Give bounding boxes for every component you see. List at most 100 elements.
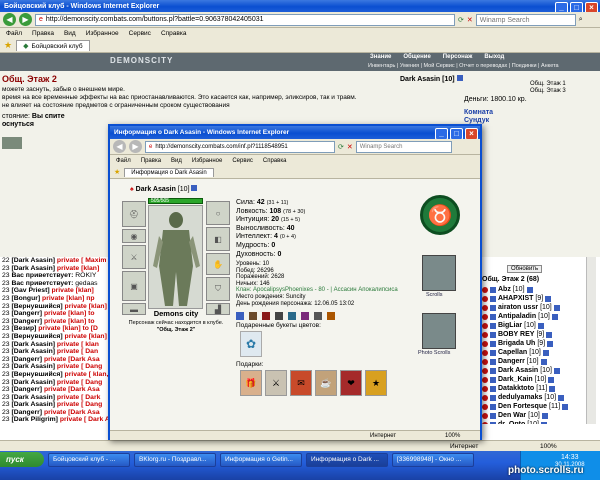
chat-author[interactable]: [Dark Asasin] — [11, 341, 55, 348]
popup-refresh-icon[interactable]: ⟳ — [338, 143, 344, 151]
photo-scrolls-banner-icon[interactable] — [422, 313, 456, 349]
popup-search-field[interactable]: Winamp Search — [355, 140, 452, 153]
menu-edit[interactable]: Правка — [32, 30, 54, 37]
player-info-icon[interactable] — [553, 367, 560, 374]
floor-link-3[interactable]: Общ. Этаж 3 — [530, 88, 566, 95]
chat-author[interactable]: [Dangerr] — [11, 310, 42, 317]
private-message-icon[interactable] — [482, 322, 488, 329]
chat-author[interactable]: [Вернувшийся] — [11, 333, 62, 340]
chat-author[interactable]: [Bongur] — [11, 295, 40, 302]
player-list-item[interactable]: dedulyamaks [10] — [482, 393, 568, 402]
player-name[interactable]: Dangerr — [498, 357, 525, 366]
gift-icon-3[interactable]: ✉ — [290, 370, 312, 396]
game-subnav[interactable]: Инвентарь | Умения | Мой Сервис | Отчет … — [368, 63, 559, 69]
player-info-icon[interactable] — [545, 295, 552, 302]
chat-author[interactable]: Вас приветствует: — [11, 280, 73, 287]
gift-icon-1[interactable]: 🎁 — [240, 370, 262, 396]
popup-menu-view[interactable]: Вид — [171, 158, 182, 164]
player-list-item[interactable]: Datakktoto [11] — [482, 384, 568, 393]
nav-knowledge[interactable]: Знание — [370, 54, 391, 60]
player-info-icon[interactable] — [546, 331, 553, 338]
stop-icon[interactable]: ✕ — [467, 16, 473, 24]
private-message-icon[interactable] — [482, 385, 488, 392]
chat-author[interactable]: [Dark Asasin] — [11, 379, 55, 386]
player-list-item[interactable]: Antipaladin [10] — [482, 312, 568, 321]
private-message-icon[interactable] — [482, 331, 488, 338]
chat-author[interactable]: [Dark Asasin] — [11, 394, 55, 401]
player-info-icon[interactable] — [526, 286, 533, 293]
private-message-icon[interactable] — [482, 367, 488, 374]
private-message-icon[interactable] — [482, 403, 488, 410]
private-message-icon[interactable] — [482, 394, 488, 401]
player-info-icon[interactable] — [558, 394, 565, 401]
private-message-icon[interactable] — [482, 286, 488, 293]
menu-favorites[interactable]: Избранное — [86, 30, 119, 37]
popup-stop-icon[interactable]: ✕ — [347, 143, 353, 151]
menu-help[interactable]: Справка — [161, 30, 187, 37]
chat-author[interactable]: [Dark Asasin] — [11, 265, 55, 272]
player-name[interactable]: Dark Asasin — [498, 366, 538, 375]
back-button[interactable]: ◀ — [3, 13, 16, 26]
player-name[interactable]: Antipaladin — [498, 312, 536, 321]
player-name[interactable]: BigLiar — [498, 321, 522, 330]
player-list-item[interactable]: airaton ussr [10] — [482, 303, 568, 312]
player-info-icon[interactable] — [551, 313, 558, 320]
chat-author[interactable]: [Dark Asasin] — [11, 348, 55, 355]
start-button[interactable]: пуск — [0, 452, 44, 467]
player-list-item[interactable]: Den War [10] — [482, 411, 568, 420]
status-zoom[interactable]: 100% — [540, 443, 557, 450]
chat-author[interactable]: [Dangerr] — [11, 356, 42, 363]
nav-character[interactable]: Персонаж — [443, 54, 473, 60]
chat-author[interactable]: Вас приветствует: — [11, 272, 73, 279]
outer-tab[interactable]: ◆ Бойцовский клуб — [16, 40, 90, 51]
popup-menu-edit[interactable]: Правка — [141, 158, 161, 164]
task-button-2[interactable]: BKlorg.ru - Поздравл... — [134, 453, 216, 467]
char-info-icon[interactable] — [191, 185, 198, 191]
player-name[interactable]: Den Fortesque — [498, 402, 547, 411]
player-info-icon[interactable] — [549, 385, 556, 392]
popup-forward-button[interactable]: ▶ — [129, 140, 142, 153]
refresh-button[interactable]: Обновить — [507, 265, 543, 273]
player-list-item[interactable]: Dark_Kain [10] — [482, 375, 568, 384]
task-button-5[interactable]: [336998948] - Окно ... — [392, 453, 474, 467]
info-icon[interactable] — [456, 75, 463, 81]
helmet-slot[interactable]: ⛑ — [122, 201, 146, 227]
player-name[interactable]: Den War — [498, 411, 526, 420]
player-name[interactable]: Datakktoto — [498, 384, 534, 393]
belt-slot[interactable]: ▬ — [122, 303, 146, 315]
player-name[interactable]: Dark_Kain — [498, 375, 533, 384]
gift-icon-6[interactable]: ★ — [365, 370, 387, 396]
amulet-slot[interactable]: ◉ — [122, 229, 146, 243]
player-info-icon[interactable] — [540, 358, 547, 365]
clock[interactable]: 14:33 — [561, 454, 579, 461]
private-message-icon[interactable] — [482, 358, 488, 365]
armor-slot[interactable]: ▣ — [122, 271, 146, 301]
player-name[interactable]: Abz — [498, 285, 511, 294]
player-list-item[interactable]: dr_Opto[10] — [482, 420, 568, 424]
player-info-icon[interactable] — [562, 403, 569, 410]
wake-link[interactable]: оснуться — [2, 121, 65, 129]
clan-bull-icon[interactable]: ♉ — [420, 195, 460, 235]
gloves-slot[interactable]: ✋ — [206, 253, 230, 275]
player-info-icon[interactable] — [540, 421, 547, 424]
task-button-4[interactable]: Информация о Dark ... — [306, 453, 388, 467]
gift-icon-5[interactable]: ❤ — [340, 370, 362, 396]
player-info-icon[interactable] — [542, 349, 549, 356]
popup-menu-help[interactable]: Справка — [263, 158, 287, 164]
popup-menu-favorites[interactable]: Избранное — [192, 158, 222, 164]
chat-author[interactable]: [Вернувшийся] — [11, 371, 62, 378]
player-list-item[interactable]: Abz [10] — [482, 285, 568, 294]
private-message-icon[interactable] — [482, 295, 488, 302]
private-message-icon[interactable] — [482, 313, 488, 320]
player-list-item[interactable]: AHAPXIST [9] — [482, 294, 568, 303]
task-button-3[interactable]: Информация о Getin... — [220, 453, 302, 467]
player-name[interactable]: Brigada Uh — [498, 339, 535, 348]
private-message-icon[interactable] — [482, 421, 488, 424]
nav-communication[interactable]: Общение — [403, 54, 430, 60]
menu-file[interactable]: Файл — [6, 30, 22, 37]
player-name[interactable]: airaton ussr — [498, 303, 538, 312]
player-list-item[interactable]: Den Fortesque [11] — [482, 402, 569, 411]
player-info-icon[interactable] — [548, 376, 555, 383]
player-info-icon[interactable] — [541, 412, 548, 419]
outer-url-field[interactable]: e http://demonscity.combats.com/buttons.… — [35, 13, 455, 26]
